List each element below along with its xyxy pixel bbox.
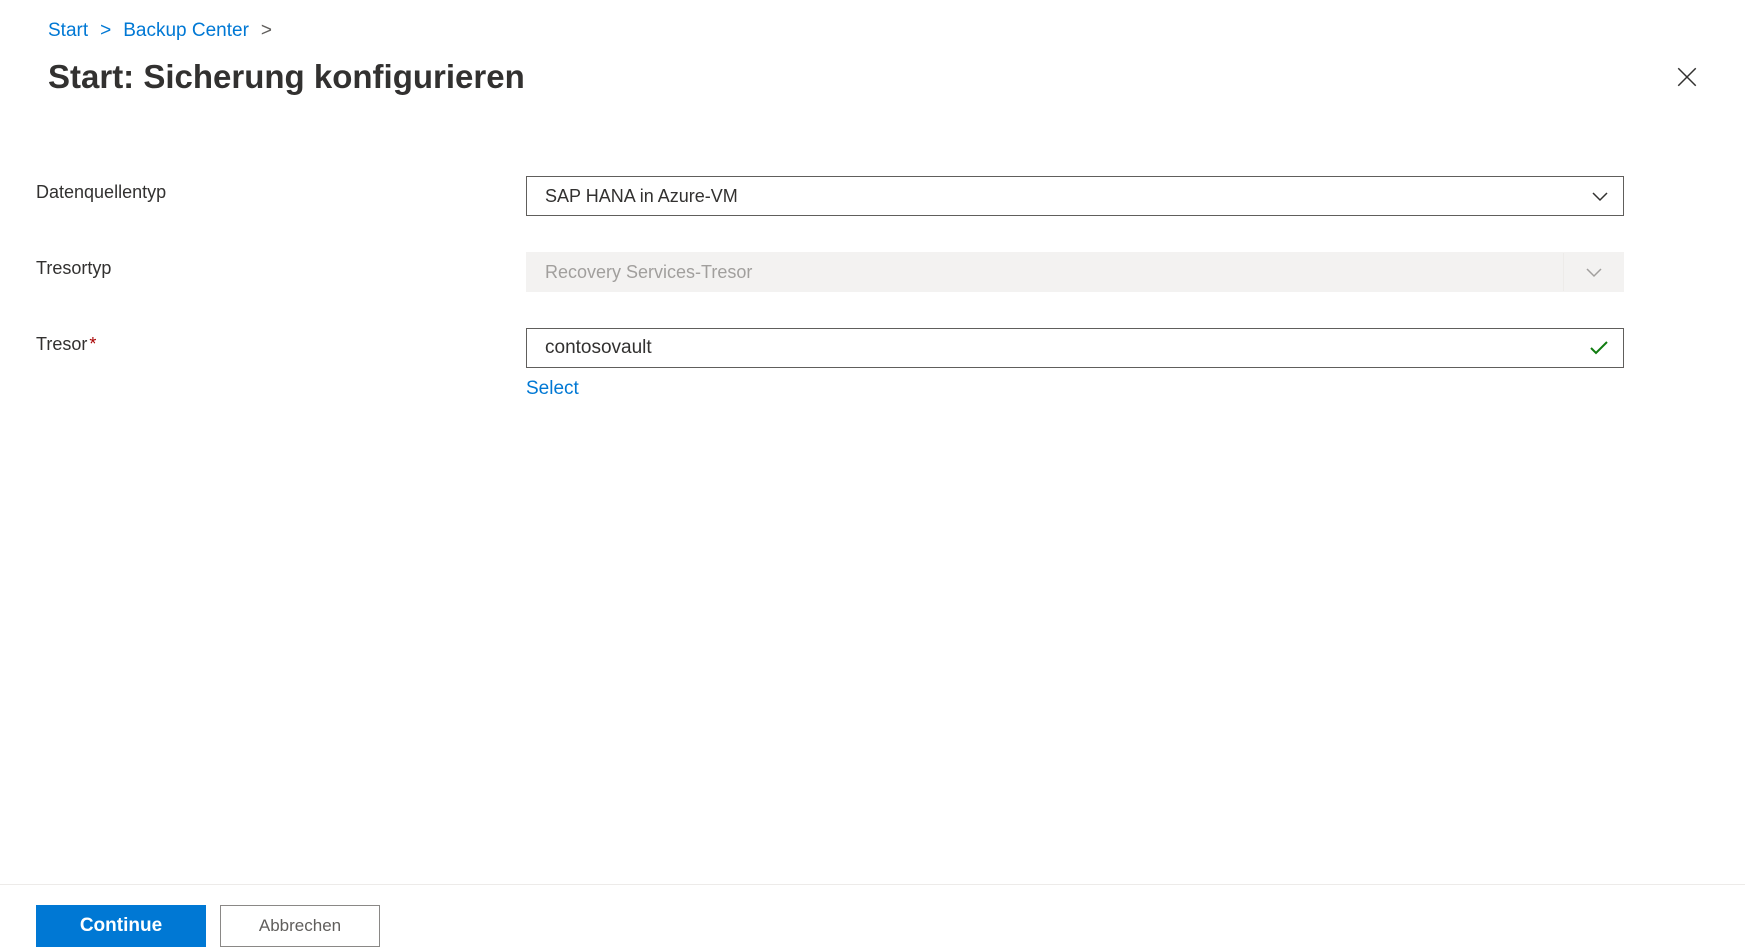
checkmark-icon — [1589, 340, 1609, 356]
continue-button[interactable]: Continue — [36, 905, 206, 947]
page-title: Start: Sicherung konfigurieren — [48, 58, 525, 96]
vault-label: Tresor* — [36, 328, 526, 355]
datasource-select[interactable]: SAP HANA in Azure-VM — [526, 176, 1624, 216]
vault-type-value: Recovery Services-Tresor — [545, 262, 752, 283]
vault-value: contosovault — [545, 337, 652, 359]
chevron-right-icon: > — [100, 20, 111, 42]
form-row-vault: Tresor* contosovault Select — [36, 328, 1697, 400]
close-icon — [1677, 67, 1697, 87]
datasource-label: Datenquellentyp — [36, 176, 526, 203]
select-vault-link[interactable]: Select — [526, 378, 579, 400]
breadcrumb-backup-center[interactable]: Backup Center — [123, 20, 249, 42]
required-indicator: * — [89, 334, 96, 354]
vault-label-text: Tresor — [36, 334, 87, 354]
vault-type-select: Recovery Services-Tresor — [526, 252, 1624, 292]
chevron-down-icon — [1563, 253, 1623, 291]
form: Datenquellentyp SAP HANA in Azure-VM Tre… — [0, 96, 1745, 400]
form-row-datasource: Datenquellentyp SAP HANA in Azure-VM — [36, 176, 1697, 216]
close-button[interactable] — [1669, 59, 1705, 95]
datasource-value: SAP HANA in Azure-VM — [545, 186, 738, 207]
breadcrumb-start[interactable]: Start — [48, 20, 88, 42]
chevron-right-icon: > — [261, 20, 272, 42]
breadcrumb: Start > Backup Center > — [0, 0, 1745, 50]
vault-input[interactable]: contosovault — [526, 328, 1624, 368]
form-row-vault-type: Tresortyp Recovery Services-Tresor — [36, 252, 1697, 292]
vault-type-label: Tresortyp — [36, 252, 526, 279]
footer: Continue Abbrechen — [0, 884, 1745, 947]
cancel-button[interactable]: Abbrechen — [220, 905, 380, 947]
chevron-down-icon — [1591, 190, 1609, 202]
header: Start: Sicherung konfigurieren — [0, 50, 1745, 96]
